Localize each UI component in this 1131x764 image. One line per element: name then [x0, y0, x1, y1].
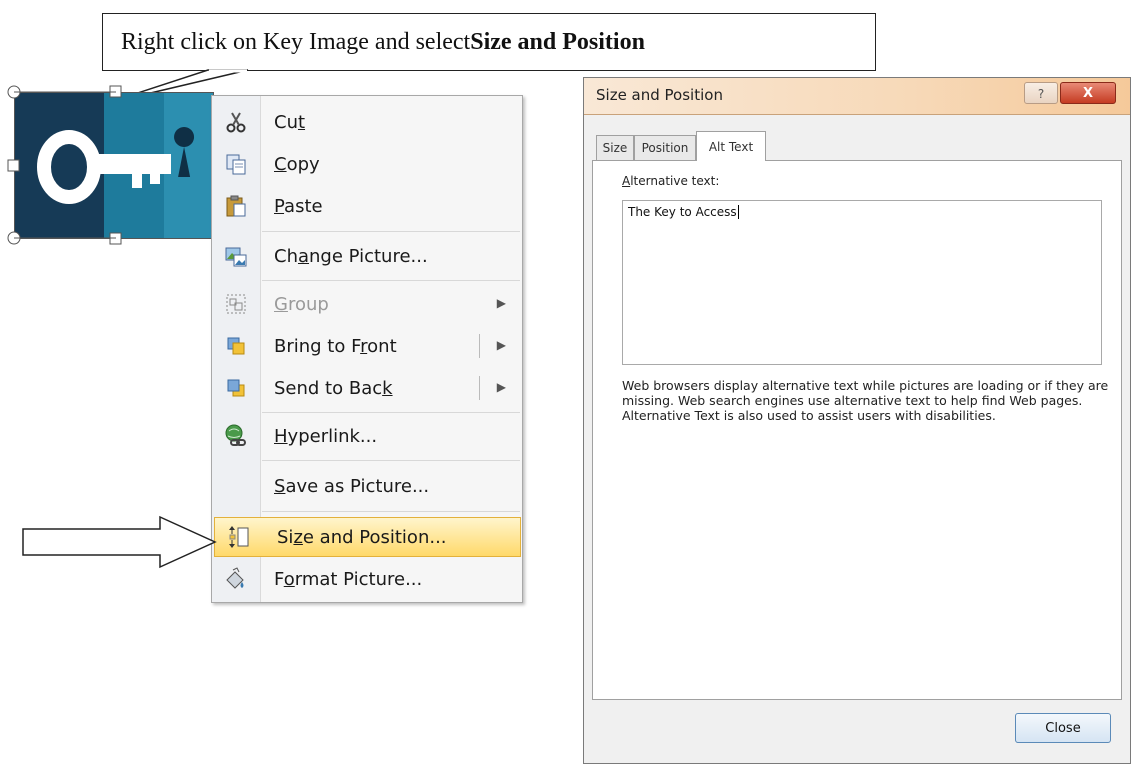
- copy-icon: [212, 144, 260, 184]
- bring-front-icon: [212, 326, 260, 366]
- split-divider: [479, 334, 480, 358]
- tab-size[interactable]: Size: [596, 135, 634, 160]
- format-picture-icon: [212, 559, 260, 599]
- titlebar-close-button[interactable]: X: [1060, 82, 1116, 104]
- help-button[interactable]: ?: [1024, 82, 1058, 104]
- selection-handles: [7, 85, 122, 245]
- callout-bold-text: Size and Position: [470, 28, 645, 55]
- menu-item-group[interactable]: Group ▶: [212, 284, 522, 324]
- menu-separator: [262, 412, 520, 413]
- split-divider: [479, 376, 480, 400]
- menu-item-format-picture[interactable]: Format Picture...: [212, 559, 522, 599]
- right-arrow-icon: [22, 515, 217, 569]
- scissors-icon: [212, 102, 260, 142]
- menu-separator: [262, 511, 520, 512]
- menu-item-save-as-picture[interactable]: Save as Picture...: [212, 466, 522, 506]
- submenu-arrow-icon: ▶: [496, 296, 506, 310]
- callout-text: Right click on Key Image and select: [121, 28, 471, 55]
- menu-item-hyperlink[interactable]: Hyperlink...: [212, 416, 522, 456]
- close-button[interactable]: Close: [1015, 713, 1111, 743]
- tab-alt-text[interactable]: Alt Text: [696, 131, 766, 161]
- text-caret: ​: [737, 205, 739, 219]
- tab-position[interactable]: Position: [634, 135, 696, 160]
- context-menu: Cut Copy Paste Change Picture... Group ▶…: [211, 95, 523, 603]
- menu-item-change-picture[interactable]: Change Picture...: [212, 236, 522, 276]
- alt-text-value: The Key to Access: [628, 205, 737, 219]
- menu-item-cut[interactable]: Cut: [212, 102, 522, 142]
- send-back-icon: [212, 368, 260, 408]
- menu-item-copy[interactable]: Copy: [212, 144, 522, 184]
- menu-item-paste[interactable]: Paste: [212, 186, 522, 226]
- size-and-position-dialog: Size and Position ? X Size Position Alt …: [583, 77, 1131, 764]
- dialog-title: Size and Position: [596, 86, 723, 104]
- menu-item-bring-to-front[interactable]: Bring to Front ▶: [212, 326, 522, 366]
- hyperlink-icon: [212, 416, 260, 456]
- menu-separator: [262, 460, 520, 461]
- blank-icon: [212, 466, 260, 506]
- change-picture-icon: [212, 236, 260, 276]
- submenu-arrow-icon[interactable]: ▶: [497, 338, 506, 352]
- submenu-arrow-icon[interactable]: ▶: [497, 380, 506, 394]
- menu-item-send-to-back[interactable]: Send to Back ▶: [212, 368, 522, 408]
- alt-text-description: Web browsers display alternative text wh…: [622, 378, 1109, 423]
- alt-text-label: Alternative text:: [622, 174, 720, 188]
- size-position-icon: [215, 517, 263, 557]
- alt-text-input[interactable]: The Key to Access​: [622, 200, 1102, 365]
- menu-separator: [262, 280, 520, 281]
- clipboard-icon: [212, 186, 260, 226]
- group-icon: [212, 284, 260, 324]
- menu-item-size-and-position[interactable]: Size and Position...: [214, 517, 521, 557]
- menu-separator: [262, 231, 520, 232]
